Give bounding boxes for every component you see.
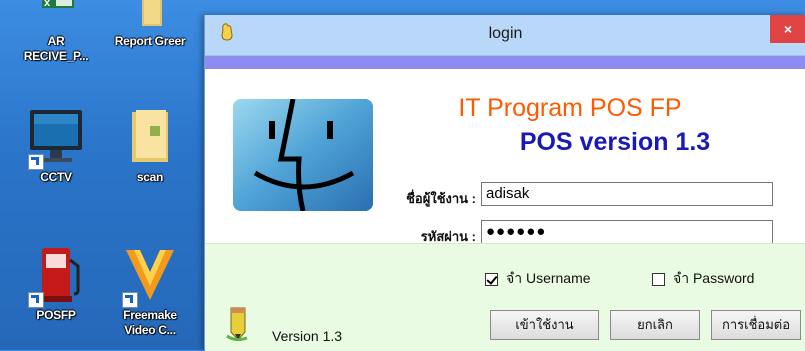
remember-username-checkbox[interactable]: จำ Username	[485, 268, 591, 290]
desktop-icon-report-greer[interactable]: Report Greer	[108, 0, 192, 49]
desktop-icon-label: AR RECIVE_P...	[23, 34, 89, 63]
connection-button[interactable]: การเชื่อมต่อ	[711, 310, 801, 340]
svg-text:x: x	[44, 0, 51, 9]
shortcut-arrow-icon	[122, 292, 138, 308]
finder-face-logo	[233, 99, 373, 211]
desktop-icon-label: POSFP	[36, 308, 76, 322]
version-label: Version 1.3	[272, 328, 343, 344]
fuel-pump-icon	[26, 246, 86, 308]
username-label: ชื่อผู้ใช้งาน :	[406, 191, 476, 206]
checkbox-unchecked-icon	[652, 272, 665, 286]
pencil-icon	[225, 306, 251, 342]
login-window: login × IT Program POS FP POS version 1.…	[204, 15, 805, 351]
desktop-icon-label: Report Greer	[114, 34, 186, 48]
accent-strip	[205, 56, 805, 69]
excel-icon: x	[26, 0, 86, 34]
login-form: IT Program POS FP POS version 1.3 ชื่อผู…	[205, 69, 805, 244]
checkbox-checked-icon	[485, 272, 498, 286]
desktop-icon-label: CCTV	[40, 170, 72, 184]
window-title: login	[488, 25, 523, 42]
folder-icon	[120, 0, 180, 34]
app-heading: IT Program POS FP	[458, 94, 682, 122]
version-heading: POS version 1.3	[519, 128, 711, 156]
close-icon: ×	[783, 21, 793, 37]
password-input[interactable]: ●●●●●●	[481, 220, 773, 244]
close-button[interactable]: ×	[770, 15, 805, 43]
folder-icon	[120, 108, 180, 170]
username-input[interactable]: adisak	[481, 182, 773, 206]
shortcut-arrow-icon	[28, 292, 44, 308]
remember-password-label: จำ Password	[673, 270, 755, 286]
shortcut-arrow-icon	[28, 154, 44, 170]
desktop-icon-ar-recive[interactable]: x AR RECIVE_P...	[14, 0, 98, 64]
desktop-icon-label: scan	[136, 170, 164, 184]
remember-username-label: จำ Username	[506, 270, 591, 286]
desktop-icon-cctv[interactable]: CCTV	[14, 108, 98, 185]
title-bar[interactable]: login ×	[205, 15, 805, 56]
freemake-icon	[120, 246, 180, 308]
monitor-icon	[26, 108, 86, 170]
login-button[interactable]: เข้าใช้งาน	[490, 310, 599, 340]
desktop-icon-scan[interactable]: scan	[108, 108, 192, 185]
desktop-icon-freemake[interactable]: Freemake Video C...	[108, 246, 192, 338]
desktop-icon-label: Freemake Video C...	[123, 308, 177, 337]
cancel-button[interactable]: ยกเลิก	[610, 310, 700, 340]
options-panel: จำ Username จำ Password Version 1.3 เข้า…	[205, 243, 805, 351]
remember-password-checkbox[interactable]: จำ Password	[652, 268, 754, 290]
desktop-icon-posfp[interactable]: POSFP	[14, 246, 98, 323]
